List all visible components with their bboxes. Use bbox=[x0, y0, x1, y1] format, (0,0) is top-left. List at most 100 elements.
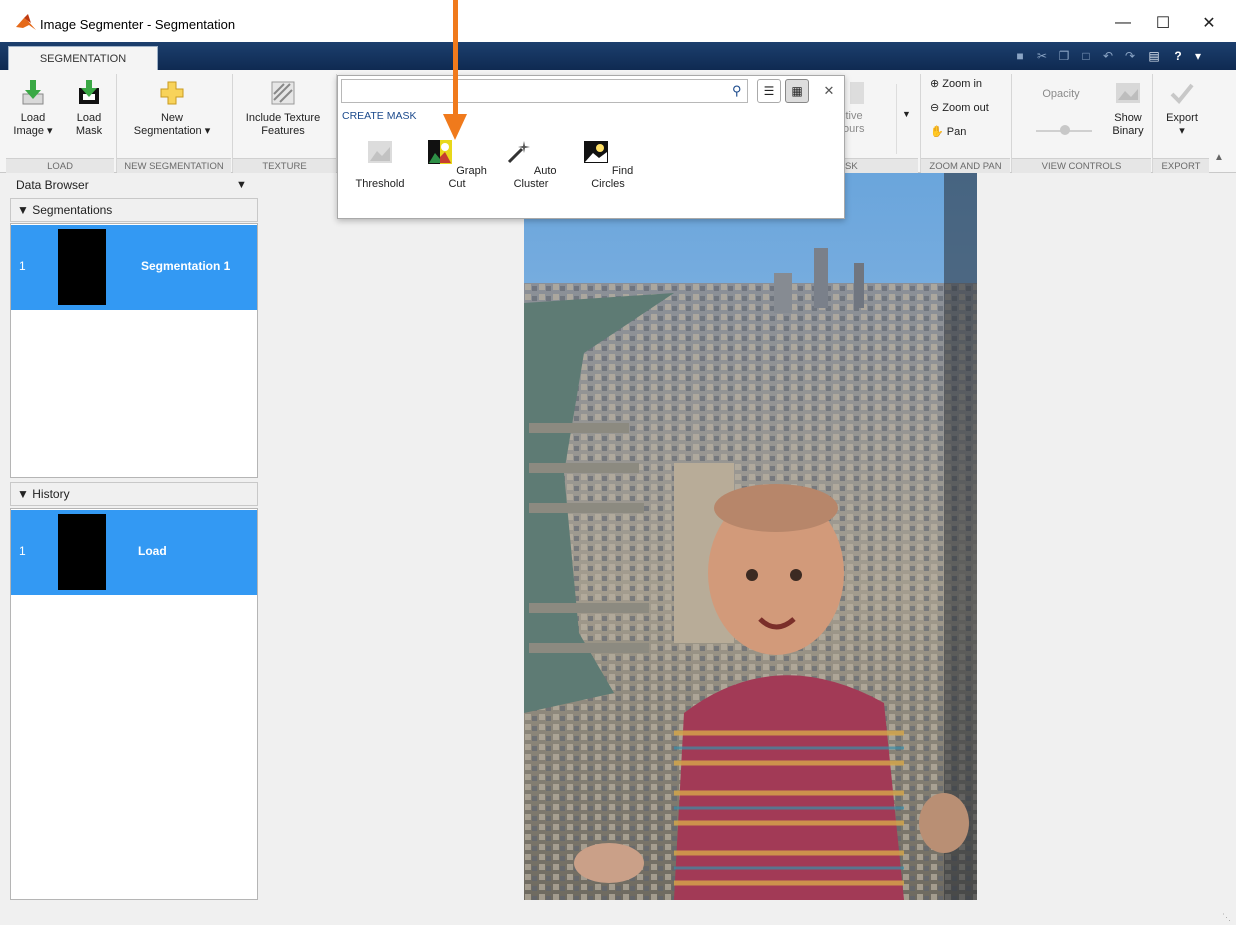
paste-icon[interactable]: □ bbox=[1078, 48, 1094, 64]
cut-icon[interactable]: ✂ bbox=[1034, 48, 1050, 64]
export-label: Export bbox=[1166, 112, 1198, 124]
copy-icon[interactable]: ❐ bbox=[1056, 48, 1072, 64]
history-index: 1 bbox=[19, 544, 26, 558]
gallery-section-title: CREATE MASK bbox=[342, 110, 417, 122]
zoom-out-icon: ⊖ bbox=[930, 102, 940, 114]
pan-button[interactable]: ✋ Pan bbox=[930, 126, 1010, 139]
magic-wand-icon bbox=[508, 141, 531, 164]
data-browser-title: Data Browser bbox=[16, 178, 89, 192]
search-icon[interactable]: ⚲ bbox=[732, 83, 742, 99]
show-binary-label: Show bbox=[1114, 112, 1142, 124]
window-title: Image Segmenter - Segmentation bbox=[40, 17, 236, 32]
new-segmentation-dropdown-label: Segmentation ▾ bbox=[133, 125, 211, 137]
checkmark-icon bbox=[1170, 83, 1194, 104]
auto-cluster-label: Auto bbox=[533, 165, 557, 177]
graph-cut-button[interactable]: Graph Cut bbox=[427, 139, 487, 191]
load-mask-label: Load bbox=[76, 112, 102, 124]
segmentation-index: 1 bbox=[19, 259, 26, 273]
expand-triangle-icon: ▼ bbox=[17, 487, 29, 501]
auto-cluster-button[interactable]: Auto Cluster bbox=[501, 139, 561, 191]
show-binary-label-2: Binary bbox=[1112, 125, 1144, 137]
tab-strip: SEGMENTATION ■ ✂ ❐ □ ↶ ↷ ▤ ? ▾ bbox=[0, 42, 1236, 70]
zoom-in-label: Zoom in bbox=[942, 78, 983, 90]
segmentation-row[interactable]: 1 Segmentation 1 bbox=[11, 225, 257, 310]
show-binary-icon bbox=[1116, 83, 1140, 103]
find-circles-label: Find bbox=[611, 165, 634, 177]
group-label-texture: TEXTURE bbox=[233, 158, 336, 173]
panel-options-icon[interactable]: ▼ bbox=[236, 176, 247, 194]
close-icon[interactable]: ✕ bbox=[817, 79, 841, 103]
create-mask-gallery: ⚲ ☰ ▦ ✕ CREATE MASK Threshold Graph Cut … bbox=[337, 75, 845, 219]
zoom-out-button[interactable]: ⊖ Zoom out bbox=[930, 102, 1010, 115]
history-list: 1 Load bbox=[10, 508, 258, 900]
group-label-load: LOAD bbox=[6, 158, 114, 173]
new-segmentation-button[interactable]: New Segmentation ▾ bbox=[122, 80, 222, 138]
zoom-in-button[interactable]: ⊕ Zoom in bbox=[930, 78, 1010, 91]
chevron-down-icon[interactable]: ▾ bbox=[1190, 48, 1206, 64]
find-circles-icon bbox=[583, 141, 608, 163]
find-circles-label-2: Circles bbox=[591, 178, 625, 190]
group-label-mask: SK bbox=[845, 158, 918, 173]
active-contours-icon bbox=[850, 82, 864, 104]
help-icon[interactable]: ? bbox=[1170, 48, 1186, 64]
tab-segmentation[interactable]: SEGMENTATION bbox=[8, 46, 158, 70]
redo-icon[interactable]: ↷ bbox=[1122, 48, 1138, 64]
save-icon[interactable]: ■ bbox=[1012, 48, 1028, 64]
texture-label-2: Features bbox=[261, 125, 305, 137]
maximize-button[interactable]: ☐ bbox=[1140, 8, 1186, 38]
title-bar: Image Segmenter - Segmentation — ☐ ✕ bbox=[0, 0, 1236, 42]
history-row[interactable]: 1 Load bbox=[11, 510, 257, 595]
graph-cut-label-2: Cut bbox=[448, 178, 466, 190]
threshold-icon bbox=[368, 141, 392, 163]
load-image-icon bbox=[22, 80, 44, 105]
show-binary-button[interactable]: Show Binary bbox=[1106, 80, 1150, 138]
matlab-logo-icon bbox=[16, 14, 36, 30]
history-name: Load bbox=[138, 544, 167, 558]
include-texture-features-button[interactable]: Include Texture Features bbox=[238, 80, 328, 138]
texture-icon bbox=[271, 81, 295, 105]
new-segmentation-label: New bbox=[160, 112, 183, 124]
opacity-slider-thumb[interactable] bbox=[1060, 125, 1070, 135]
collapse-toolstrip-icon[interactable]: ▲ bbox=[1214, 152, 1224, 163]
find-circles-button[interactable]: Find Circles bbox=[578, 139, 638, 191]
threshold-label: Threshold bbox=[355, 178, 405, 190]
undo-icon[interactable]: ↶ bbox=[1100, 48, 1116, 64]
history-section-header[interactable]: ▼ History bbox=[10, 482, 258, 506]
load-image-label: Load bbox=[20, 112, 46, 124]
threshold-button[interactable]: Threshold bbox=[350, 139, 410, 191]
group-label-new-segmentation: NEW SEGMENTATION bbox=[117, 158, 231, 173]
load-mask-label-2: Mask bbox=[75, 125, 103, 137]
load-image-button[interactable]: Load Image ▾ bbox=[12, 80, 54, 138]
group-label-view-controls: VIEW CONTROLS bbox=[1012, 158, 1151, 173]
gallery-search-input[interactable] bbox=[341, 79, 748, 103]
segmentation-thumbnail bbox=[58, 229, 106, 305]
export-button[interactable]: Export ▾ bbox=[1160, 80, 1204, 138]
chevron-down-icon: ▾ bbox=[1179, 125, 1185, 137]
active-contours-button[interactable]: ctive tours bbox=[840, 110, 884, 136]
list-view-icon[interactable]: ☰ bbox=[757, 79, 781, 103]
resize-grip-icon[interactable]: ⋱ bbox=[1222, 912, 1231, 923]
grid-view-icon[interactable]: ▦ bbox=[785, 79, 809, 103]
history-thumbnail bbox=[58, 514, 106, 590]
group-label-export: EXPORT bbox=[1153, 158, 1209, 173]
zoom-out-label: Zoom out bbox=[942, 102, 989, 114]
segmentation-image[interactable] bbox=[524, 173, 977, 900]
chevron-down-icon[interactable]: ▼ bbox=[896, 84, 916, 154]
opacity-label: Opacity bbox=[1042, 88, 1080, 100]
annotation-arrow-icon bbox=[443, 0, 467, 140]
segmentations-list: 1 Segmentation 1 bbox=[10, 223, 258, 478]
city-photo bbox=[524, 173, 977, 900]
load-image-dropdown-label: Image ▾ bbox=[13, 125, 53, 137]
load-mask-button[interactable]: Load Mask bbox=[70, 80, 108, 138]
hand-icon: ✋ bbox=[930, 126, 944, 138]
segmentations-section-header[interactable]: ▼ Segmentations bbox=[10, 198, 258, 222]
group-label-zoom-and-pan: ZOOM AND PAN bbox=[921, 158, 1010, 173]
graph-cut-icon bbox=[428, 140, 453, 164]
graph-cut-label: Graph bbox=[456, 165, 487, 177]
segmentation-name: Segmentation 1 bbox=[141, 259, 231, 273]
window-layout-icon[interactable]: ▤ bbox=[1146, 48, 1162, 64]
load-mask-icon bbox=[79, 80, 99, 104]
close-window-button[interactable]: ✕ bbox=[1186, 8, 1232, 38]
pan-label: Pan bbox=[946, 126, 967, 138]
segmentations-title: Segmentations bbox=[32, 203, 113, 217]
